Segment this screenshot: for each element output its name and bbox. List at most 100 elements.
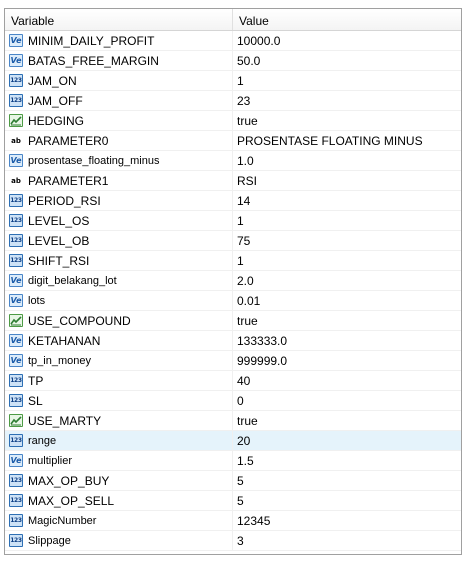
value-cell[interactable]: 14 [233,191,461,211]
variable-name: JAM_OFF [28,93,83,108]
value-cell[interactable]: 1 [233,211,461,231]
table-row[interactable]: Ve prosentase_floating_minus 1.0 [5,150,461,171]
value-cell[interactable]: 10000.0 [233,31,461,51]
integer-type-icon: 123 [9,94,23,107]
table-row[interactable]: Ve BATAS_FREE_MARGIN 50.0 [5,50,461,71]
variable-cell: HEDGING [5,110,233,131]
table-row[interactable]: HEDGING true [5,110,461,131]
variable-cell: 123 SL [5,390,233,411]
table-row[interactable]: 123 SL 0 [5,390,461,411]
table-row[interactable]: 123 SHIFT_RSI 1 [5,250,461,271]
variable-name: prosentase_floating_minus [28,154,160,167]
table-row[interactable]: 123 MagicNumber 12345 [5,510,461,531]
value-cell[interactable]: 5 [233,491,461,511]
variable-name: USE_COMPOUND [28,313,131,328]
variable-name: PARAMETER1 [28,173,109,188]
variable-name: lots [28,294,46,307]
variable-name: MAX_OP_BUY [28,473,110,488]
inputs-grid: Variable Value Ve MINIM_DAILY_PROFIT 10000… [4,8,462,555]
value-cell[interactable]: 12345 [233,511,461,531]
value-cell[interactable]: 50.0 [233,51,461,71]
table-row[interactable]: 123 JAM_ON 1 [5,70,461,91]
table-row[interactable]: 123 TP 40 [5,370,461,391]
table-row[interactable]: 123 range 20 [5,430,461,451]
table-row[interactable]: Ve MINIM_DAILY_PROFIT 10000.0 [5,30,461,51]
table-row[interactable]: Ve KETAHANAN 133333.0 [5,330,461,351]
integer-type-icon: 123 [9,74,23,87]
variable-name: SL [28,393,43,408]
integer-type-icon: 123 [9,194,23,207]
double-type-icon: Ve [9,294,23,307]
integer-type-icon: 123 [9,394,23,407]
variable-cell: Ve lots [5,290,233,311]
value-cell[interactable]: 5 [233,471,461,491]
value-cell[interactable]: 1 [233,71,461,91]
value-cell[interactable]: PROSENTASE FLOATING MINUS [233,131,461,151]
table-row[interactable]: USE_MARTY true [5,410,461,431]
value-cell[interactable]: true [233,311,461,331]
table-row[interactable]: ab PARAMETER0 PROSENTASE FLOATING MINUS [5,130,461,151]
table-row[interactable]: 123 PERIOD_RSI 14 [5,190,461,211]
double-type-icon: Ve [9,274,23,287]
integer-type-icon: 123 [9,374,23,387]
value-cell[interactable]: true [233,111,461,131]
boolean-type-icon [9,414,23,427]
integer-type-icon: 123 [9,434,23,447]
value-cell[interactable]: 1.5 [233,451,461,471]
variable-cell: Ve KETAHANAN [5,330,233,351]
value-cell[interactable]: 40 [233,371,461,391]
table-row[interactable]: 123 LEVEL_OB 75 [5,230,461,251]
value-cell[interactable]: 23 [233,91,461,111]
variable-name: LEVEL_OS [28,213,90,228]
value-cell[interactable]: 0 [233,391,461,411]
table-row[interactable]: Ve multiplier 1.5 [5,450,461,471]
double-type-icon: Ve [9,334,23,347]
value-cell[interactable]: 3 [233,531,461,551]
table-row[interactable]: ab PARAMETER1 RSI [5,170,461,191]
integer-type-icon: 123 [9,494,23,507]
table-row[interactable]: 123 MAX_OP_BUY 5 [5,470,461,491]
column-header-variable[interactable]: Variable [5,9,233,30]
value-cell[interactable]: true [233,411,461,431]
variable-cell: USE_COMPOUND [5,310,233,331]
variable-cell: ab PARAMETER1 [5,170,233,191]
string-type-icon: ab [11,176,21,185]
double-type-icon: Ve [9,354,23,367]
column-header-value[interactable]: Value [233,9,461,30]
string-type-icon: ab [11,136,21,145]
integer-type-icon: 123 [9,514,23,527]
value-cell[interactable]: 1.0 [233,151,461,171]
table-row[interactable]: Ve lots 0.01 [5,290,461,311]
value-cell[interactable]: 999999.0 [233,351,461,371]
value-cell[interactable]: 133333.0 [233,331,461,351]
value-cell[interactable]: 2.0 [233,271,461,291]
value-cell[interactable]: 20 [233,431,461,451]
value-cell[interactable]: 75 [233,231,461,251]
variable-cell: Ve prosentase_floating_minus [5,150,233,171]
variable-cell: Ve tp_in_money [5,350,233,371]
table-row[interactable]: 123 JAM_OFF 23 [5,90,461,111]
variable-name: multiplier [28,454,73,467]
table-row[interactable]: 123 LEVEL_OS 1 [5,210,461,231]
table-row[interactable]: USE_COMPOUND true [5,310,461,331]
variable-cell: 123 JAM_ON [5,70,233,91]
variable-cell: 123 PERIOD_RSI [5,190,233,211]
table-row[interactable]: 123 MAX_OP_SELL 5 [5,490,461,511]
integer-type-icon: 123 [9,474,23,487]
value-cell[interactable]: 1 [233,251,461,271]
value-cell[interactable]: 0.01 [233,291,461,311]
double-type-icon: Ve [9,154,23,167]
value-cell[interactable]: RSI [233,171,461,191]
table-row[interactable]: Ve tp_in_money 999999.0 [5,350,461,371]
double-type-icon: Ve [9,54,23,67]
variable-name: range [28,434,57,447]
boolean-type-icon [9,114,23,127]
variable-cell: ab PARAMETER0 [5,130,233,151]
variable-name: BATAS_FREE_MARGIN [28,53,159,68]
variable-cell: 123 range [5,430,233,451]
variable-name: tp_in_money [28,354,91,367]
table-row[interactable]: Ve digit_belakang_lot 2.0 [5,270,461,291]
variable-name: PARAMETER0 [28,133,109,148]
variable-cell: 123 SHIFT_RSI [5,250,233,271]
table-row[interactable]: 123 Slippage 3 [5,530,461,551]
